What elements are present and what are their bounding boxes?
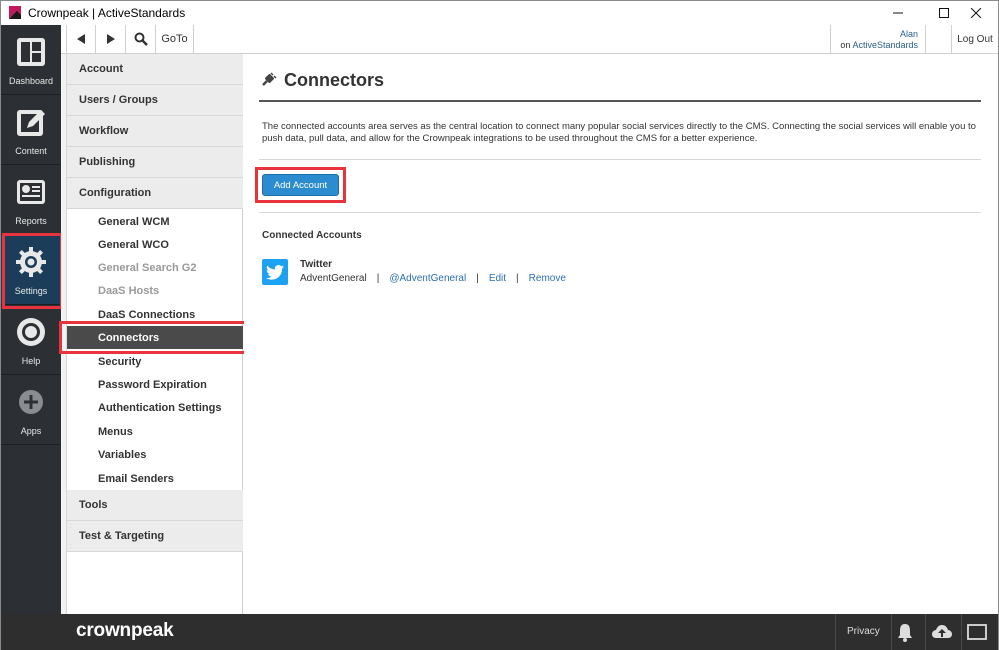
- separator: |: [376, 273, 380, 284]
- footer-divider: [925, 614, 926, 650]
- connectors-highlight: [59, 321, 247, 354]
- sidebar-section-users-groups[interactable]: Users / Groups: [67, 85, 243, 116]
- sidebar-item-menus[interactable]: Menus: [67, 420, 243, 443]
- sidebar-section-configuration[interactable]: Configuration: [67, 178, 243, 209]
- forward-arrow-icon: [106, 34, 115, 44]
- nav-content[interactable]: Content: [1, 95, 61, 165]
- divider: [259, 159, 981, 160]
- goto-button[interactable]: GoTo: [156, 25, 194, 53]
- main-content: Connectors The connected accounts area s…: [244, 54, 998, 614]
- nav-reports-label: Reports: [15, 216, 47, 226]
- close-window-button[interactable]: [953, 1, 999, 25]
- account-service-name: Twitter: [300, 259, 333, 270]
- sidebar-item-password-expiration[interactable]: Password Expiration: [67, 373, 243, 396]
- window-title: Crownpeak | ActiveStandards: [28, 6, 186, 20]
- separator: |: [516, 273, 519, 284]
- dashboard-icon: [17, 38, 45, 66]
- nav-help[interactable]: Help: [1, 305, 61, 375]
- divider: [259, 212, 981, 213]
- back-button[interactable]: [66, 25, 96, 53]
- nav-content-label: Content: [15, 146, 47, 156]
- back-arrow-icon: [77, 34, 85, 44]
- cloud-upload-icon[interactable]: [931, 621, 953, 643]
- crownpeak-logo-icon: [9, 6, 21, 19]
- user-org-prefix: on: [840, 40, 851, 50]
- minimize-button[interactable]: [875, 1, 921, 25]
- account-row: AdventGeneral | @AdventGeneral | Edit | Remove: [300, 273, 566, 284]
- sidebar-item-authentication-settings[interactable]: Authentication Settings: [67, 396, 243, 419]
- nav-reports[interactable]: Reports: [1, 165, 61, 235]
- nav-help-label: Help: [21, 356, 41, 366]
- footer-bar: crownpeak Privacy: [1, 614, 998, 650]
- sidebar-item-general-wco[interactable]: General WCO: [67, 233, 243, 256]
- separator: |: [476, 273, 479, 284]
- nav-apps-label: Apps: [20, 426, 42, 436]
- nav-dashboard[interactable]: Dashboard: [1, 25, 61, 95]
- search-icon: [134, 32, 148, 46]
- footer-brand: crownpeak: [76, 620, 174, 641]
- account-name: AdventGeneral: [300, 273, 367, 284]
- logout-button[interactable]: Log Out: [951, 25, 998, 53]
- user-org-line: on ActiveStandards: [831, 40, 918, 51]
- settings-highlight: [2, 233, 63, 309]
- nav-dashboard-label: Dashboard: [8, 76, 54, 86]
- sidebar-section-test-targeting[interactable]: Test & Targeting: [67, 521, 243, 552]
- title-divider: [259, 100, 981, 102]
- account-handle-link[interactable]: @AdventGeneral: [389, 273, 466, 284]
- edit-icon: [17, 110, 45, 136]
- remove-account-link[interactable]: Remove: [529, 273, 566, 284]
- sidebar-item-daas-hosts[interactable]: DaaS Hosts: [67, 279, 243, 302]
- search-button[interactable]: [126, 25, 156, 53]
- user-info[interactable]: Alan on ActiveStandards: [830, 25, 926, 53]
- reports-icon: [17, 180, 45, 204]
- sidebar-section-workflow[interactable]: Workflow: [67, 116, 243, 147]
- title-bar: Crownpeak | ActiveStandards: [1, 1, 998, 25]
- app-window: Crownpeak | ActiveStandards Dashboard Co…: [0, 0, 999, 650]
- sidebar-item-variables[interactable]: Variables: [67, 443, 243, 466]
- main-nav: Dashboard Content Reports Settings Help …: [1, 25, 61, 614]
- page-description: The connected accounts area serves as th…: [262, 121, 976, 144]
- privacy-link[interactable]: Privacy: [847, 626, 880, 637]
- page-title: Connectors: [284, 70, 385, 90]
- close-icon: [971, 8, 981, 18]
- toolbar: GoTo Alan on ActiveStandards Log Out: [61, 25, 998, 54]
- twitter-icon: [262, 259, 288, 285]
- forward-button[interactable]: [96, 25, 126, 53]
- sidebar-section-publishing[interactable]: Publishing: [67, 147, 243, 178]
- nav-apps[interactable]: Apps: [1, 375, 61, 445]
- minimize-icon: [893, 12, 903, 14]
- sidebar-item-general-wcm[interactable]: General WCM: [67, 210, 243, 233]
- plug-icon: [262, 72, 277, 86]
- sidebar-item-general-search-g2[interactable]: General Search G2: [67, 256, 243, 279]
- footer-divider: [961, 614, 962, 650]
- plus-circle-icon: [19, 390, 43, 414]
- user-org: ActiveStandards: [852, 40, 918, 50]
- bell-icon[interactable]: [894, 621, 916, 643]
- connected-accounts-heading: Connected Accounts: [262, 230, 362, 241]
- sidebar-section-tools[interactable]: Tools: [67, 490, 243, 521]
- twitter-bird-icon: [266, 264, 284, 280]
- sidebar-item-email-senders[interactable]: Email Senders: [67, 467, 243, 490]
- sidebar-section-account[interactable]: Account: [67, 54, 243, 85]
- fullscreen-icon[interactable]: [966, 621, 988, 643]
- maximize-icon: [939, 8, 949, 18]
- edit-account-link[interactable]: Edit: [489, 273, 506, 284]
- add-account-highlight: [255, 167, 346, 203]
- user-name: Alan: [899, 29, 918, 39]
- footer-divider: [835, 614, 836, 650]
- footer-divider: [891, 614, 892, 650]
- lifebuoy-icon: [17, 318, 45, 346]
